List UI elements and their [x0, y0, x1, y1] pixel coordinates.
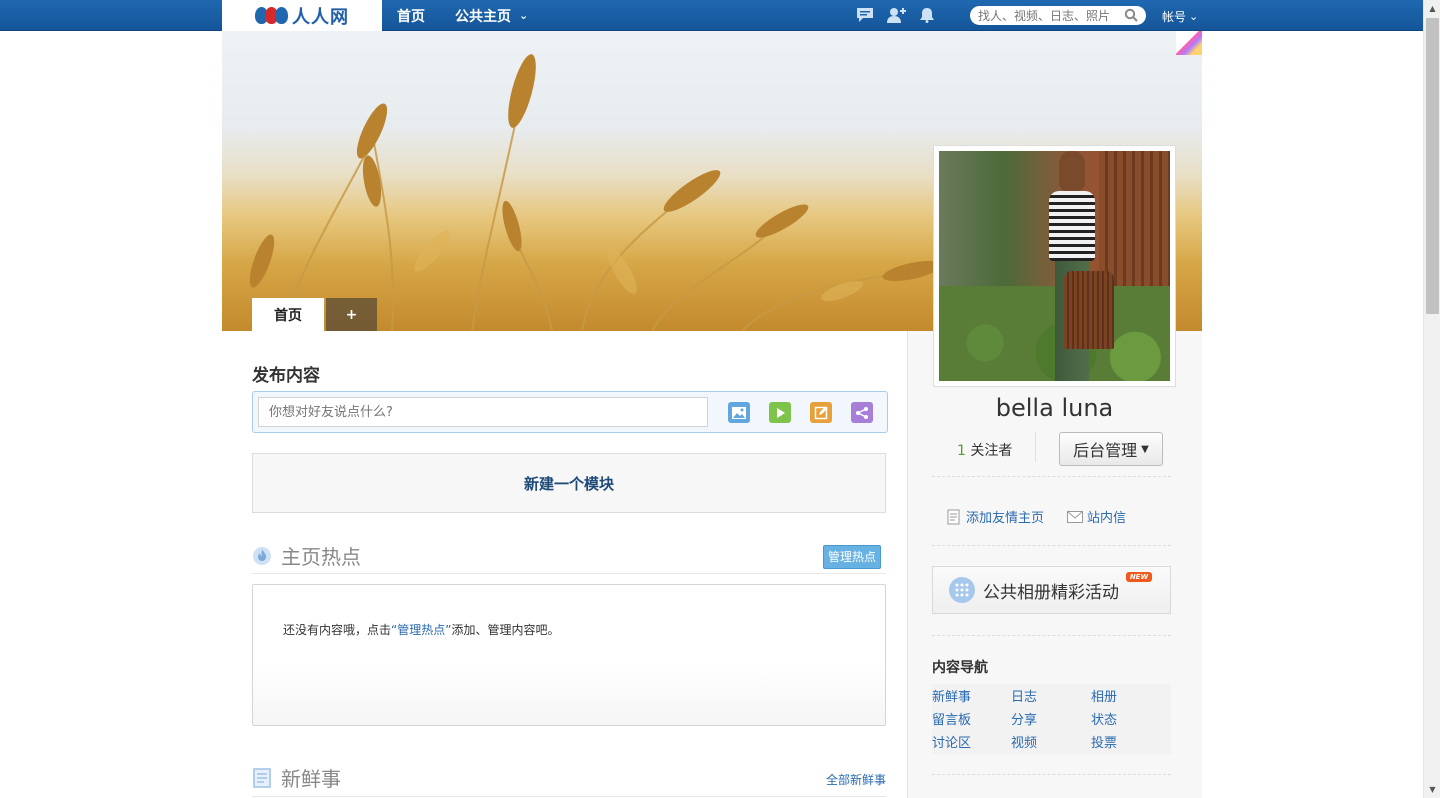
content-nav-item-share[interactable]: 分享: [1011, 709, 1091, 728]
public-album-activity-label: 公共相册精彩活动: [983, 582, 1119, 603]
status-input[interactable]: [258, 397, 708, 427]
divider: [252, 573, 886, 574]
page-scrollbar[interactable]: ▲ ▼: [1423, 0, 1440, 798]
avatar-bag: [1064, 271, 1114, 349]
divider: [252, 796, 886, 797]
nav-home-label: 首页: [397, 8, 425, 25]
divider: [1035, 432, 1036, 462]
account-menu[interactable]: 帐号 ⌄: [1162, 8, 1198, 25]
site-mail-label: 站内信: [1087, 511, 1127, 526]
manage-hot-button[interactable]: 管理热点: [823, 545, 881, 569]
content-nav-item-status[interactable]: 状态: [1091, 709, 1171, 728]
share-icon[interactable]: [851, 402, 873, 423]
chevron-down-icon: ⌄: [1189, 10, 1199, 23]
top-icon-group: [855, 5, 937, 25]
avatar[interactable]: [939, 151, 1170, 381]
photo-icon[interactable]: [728, 402, 750, 423]
content-nav-item-news[interactable]: 新鲜事: [932, 686, 1011, 705]
admin-button-label: 后台管理: [1073, 441, 1138, 460]
admin-button[interactable]: 后台管理 ▼: [1059, 432, 1163, 466]
search-input[interactable]: [970, 6, 1118, 25]
profile-name: bella luna: [995, 394, 1114, 422]
hot-section-title: 主页热点: [281, 545, 361, 569]
content-nav-title: 内容导航: [932, 660, 988, 676]
news-list-icon: [253, 767, 271, 788]
divider: [932, 545, 1171, 546]
search-icon[interactable]: [1124, 8, 1138, 25]
avatar-shirt: [1049, 191, 1095, 261]
followers-label: 关注者: [970, 443, 1013, 459]
site-mail-link[interactable]: 站内信: [1067, 507, 1126, 526]
hot-section-header: 主页热点: [252, 541, 361, 570]
avatar-head: [1059, 151, 1085, 191]
new-badge: NEW: [1126, 572, 1152, 582]
manage-hot-link[interactable]: “管理热点”: [391, 623, 451, 637]
followers-number: 1: [957, 443, 966, 459]
nav-home[interactable]: 首页: [397, 6, 425, 26]
document-icon: [947, 509, 960, 524]
logo-mark-icon: [255, 7, 288, 24]
hot-content-box: 还没有内容哦，点击“管理热点”添加、管理内容吧。: [252, 584, 886, 726]
renren-logo[interactable]: 人人网: [222, 0, 382, 31]
nav-public-pages-label: 公共主页: [455, 8, 511, 25]
divider: [932, 635, 1171, 636]
grid-dots-icon: [949, 577, 975, 603]
content-nav-item-album[interactable]: 相册: [1091, 686, 1171, 705]
mail-icon: [1067, 510, 1083, 523]
top-navigation-bar: 人人网 首页 公共主页 ⌄ 帐号 ⌄: [0, 0, 1423, 31]
chevron-down-icon: ⌄: [519, 9, 529, 22]
account-label: 帐号: [1162, 10, 1187, 24]
scrollbar-thumb[interactable]: [1426, 18, 1439, 314]
add-friend-page-link[interactable]: 添加友情主页: [946, 507, 1044, 526]
scroll-down-icon[interactable]: ▼: [1424, 781, 1440, 798]
content-nav-grid: 新鲜事 日志 相册 留言板 分享 状态 讨论区 视频 投票: [932, 684, 1171, 754]
tab-add[interactable]: +: [326, 298, 377, 331]
news-section-title: 新鲜事: [281, 767, 341, 791]
publish-title: 发布内容: [252, 366, 320, 386]
divider: [932, 774, 1171, 775]
theme-corner-icon[interactable]: [1176, 31, 1202, 55]
content-nav-item-video[interactable]: 视频: [1011, 732, 1091, 751]
content-nav-item-guestbook[interactable]: 留言板: [932, 709, 1011, 728]
avatar-frame[interactable]: [933, 145, 1176, 387]
tab-home[interactable]: 首页: [252, 298, 324, 331]
publisher-box: [252, 391, 888, 433]
content-nav-item-vote[interactable]: 投票: [1091, 732, 1171, 751]
nav-public-pages[interactable]: 公共主页 ⌄: [455, 6, 528, 26]
empty-hint-suffix: 添加、管理内容吧。: [451, 623, 560, 637]
new-module-button[interactable]: 新建一个模块: [252, 453, 886, 513]
blog-icon[interactable]: [810, 402, 832, 423]
content-nav-item-blog[interactable]: 日志: [1011, 686, 1091, 705]
bell-icon[interactable]: [917, 5, 937, 25]
content-nav-item-forum[interactable]: 讨论区: [932, 732, 1011, 751]
all-news-link[interactable]: 全部新鲜事: [826, 771, 886, 788]
caret-down-icon: ▼: [1141, 443, 1149, 455]
empty-hint-prefix: 还没有内容哦，点击: [283, 623, 392, 637]
search-box[interactable]: [970, 6, 1146, 25]
add-friend-page-label: 添加友情主页: [966, 511, 1045, 526]
chat-icon[interactable]: [855, 5, 875, 25]
news-section-header: 新鲜事: [252, 763, 341, 792]
divider: [932, 476, 1171, 477]
followers-count[interactable]: 1 关注者: [957, 440, 1012, 460]
logo-text: 人人网: [292, 6, 349, 28]
fire-icon: [253, 546, 271, 565]
scroll-up-icon[interactable]: ▲: [1424, 0, 1440, 17]
empty-hint: 还没有内容哦，点击“管理热点”添加、管理内容吧。: [283, 621, 559, 638]
main-nav: 首页 公共主页 ⌄: [397, 0, 558, 31]
video-icon[interactable]: [769, 402, 791, 423]
add-friend-icon[interactable]: [886, 5, 906, 25]
